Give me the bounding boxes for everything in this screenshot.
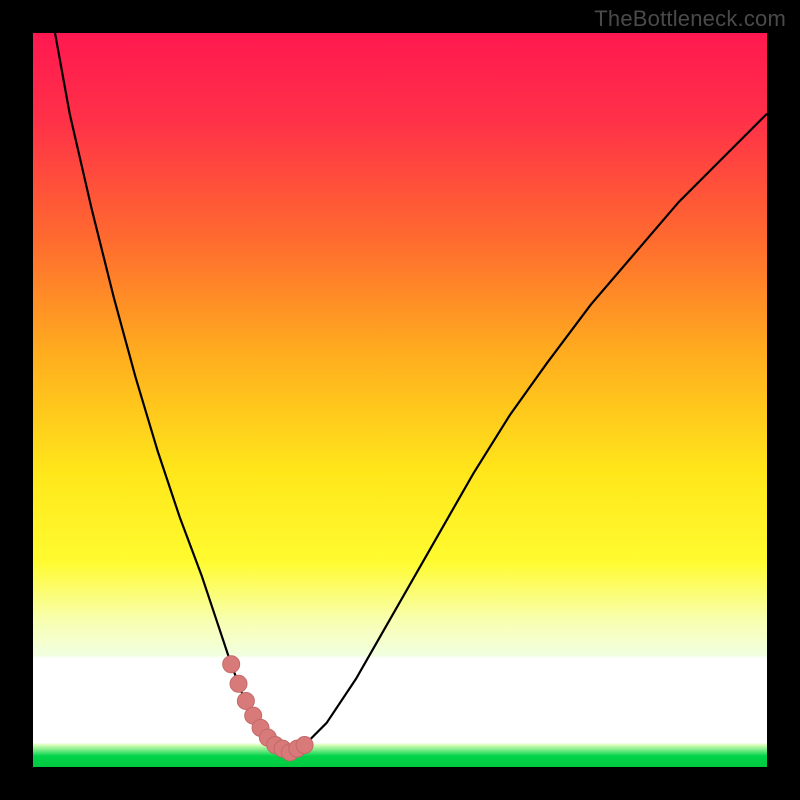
chart-stage: { "watermark": "TheBottleneck.com", "col… [0, 0, 800, 800]
curve-marker [296, 736, 313, 753]
curve-marker [230, 675, 247, 692]
watermark-text: TheBottleneck.com [594, 6, 786, 32]
curve-marker [223, 656, 240, 673]
bottleneck-chart [0, 0, 800, 800]
